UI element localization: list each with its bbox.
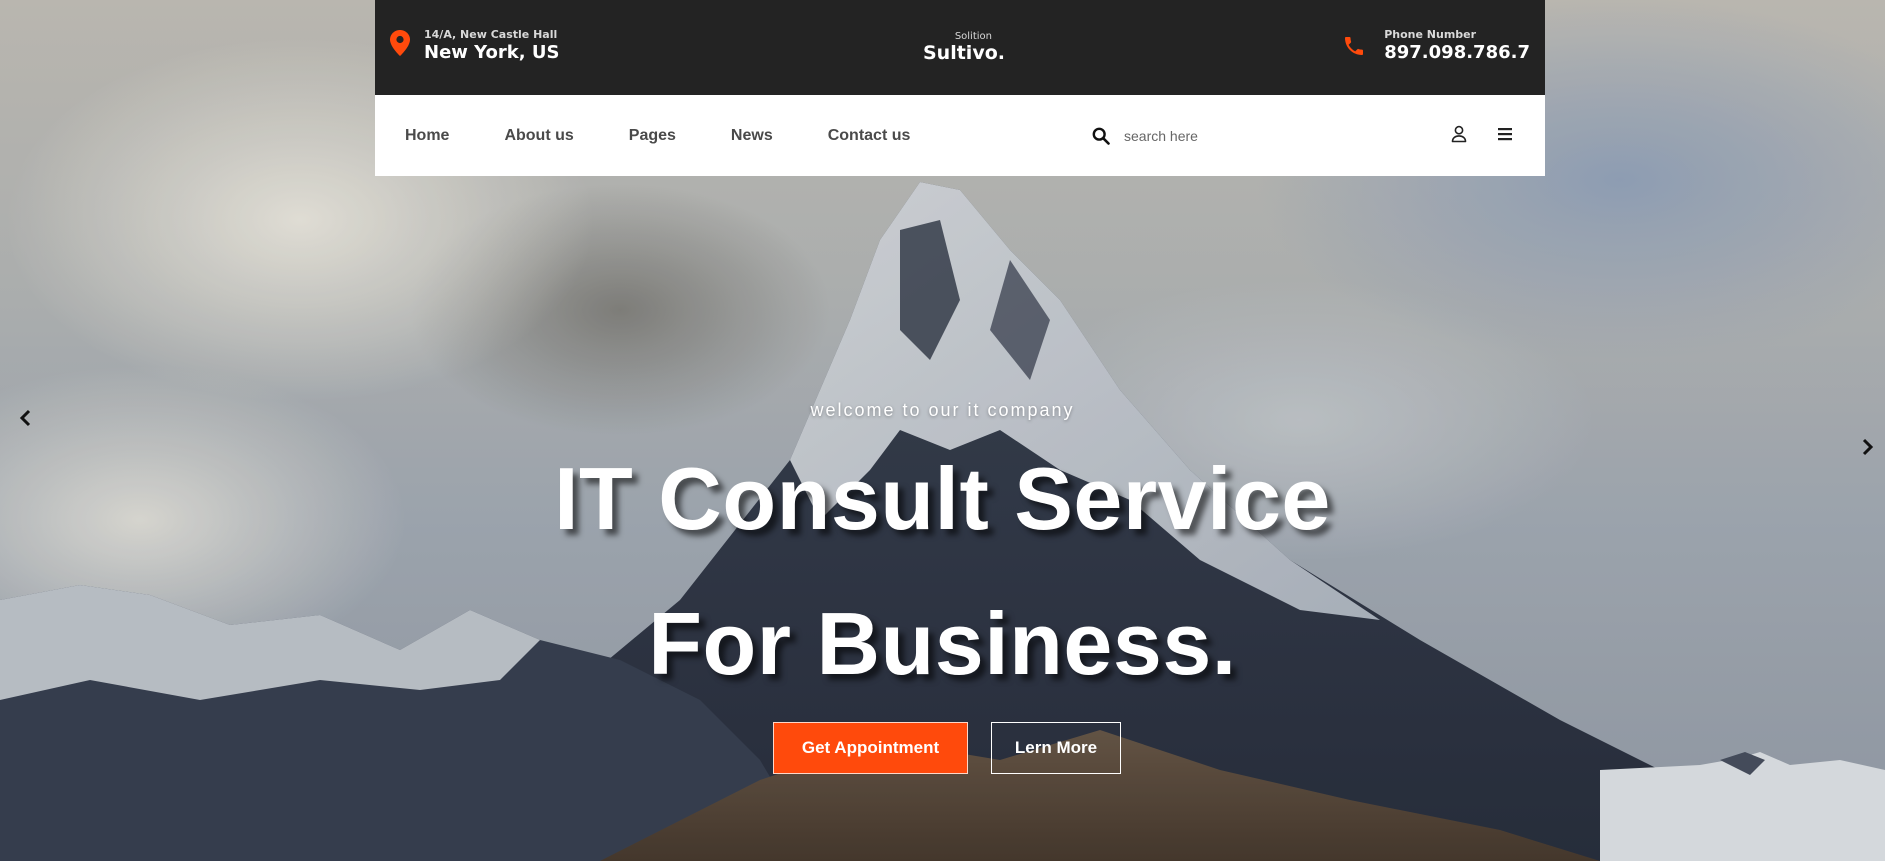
hero-headline-line2: For Business. [648, 594, 1237, 693]
chevron-right-icon[interactable] [1857, 437, 1877, 457]
hero-headline-line1: IT Consult Service [554, 449, 1331, 548]
get-appointment-button[interactable]: Get Appointment [773, 722, 968, 774]
hero-slider: welcome to our it company IT Consult Ser… [0, 0, 1885, 861]
chevron-left-icon[interactable] [16, 408, 36, 428]
learn-more-button[interactable]: Lern More [991, 722, 1121, 774]
hero-eyebrow: welcome to our it company [810, 400, 1075, 420]
